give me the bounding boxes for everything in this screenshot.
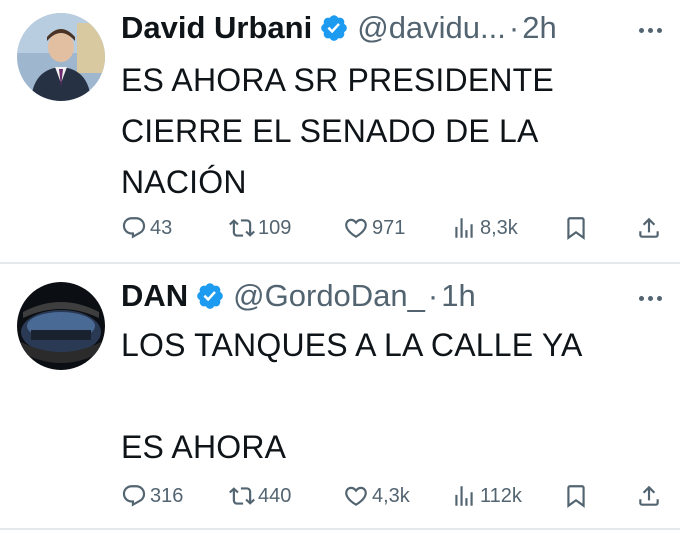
reply-count: 316 — [150, 484, 184, 507]
separator-dot: · — [508, 10, 520, 45]
retweet-count: 440 — [258, 484, 292, 507]
reply-icon — [122, 485, 146, 507]
retweet-count: 109 — [258, 216, 292, 239]
retweet-button[interactable]: 109 — [229, 213, 291, 243]
heart-icon — [345, 486, 367, 506]
reply-button[interactable]: 43 — [121, 213, 172, 243]
views-button[interactable]: 8,3k — [451, 213, 518, 243]
like-button[interactable]: 4,3k — [343, 481, 410, 511]
views-count: 8,3k — [480, 216, 518, 239]
timestamp[interactable]: 2h — [522, 10, 556, 46]
avatar[interactable] — [17, 282, 105, 370]
author-handle[interactable]: @GordoDan_ — [233, 278, 425, 314]
retweet-icon — [229, 219, 255, 237]
author-handle[interactable]: @davidu... — [357, 10, 506, 46]
retweet-icon — [229, 487, 255, 505]
action-bar: 316 440 4,3k 112k — [121, 481, 666, 511]
verified-badge-icon — [319, 13, 349, 43]
bookmark-icon — [567, 485, 585, 508]
like-button[interactable]: 971 — [343, 213, 405, 243]
verified-badge-icon — [195, 281, 225, 311]
avatar-photo — [17, 282, 105, 370]
retweet-button[interactable]: 440 — [229, 481, 291, 511]
views-count: 112k — [480, 484, 522, 507]
tweet[interactable]: David Urbani @davidu... · 2h ES AHORA SR… — [0, 0, 680, 262]
tweet-text: ES AHORA SR PRESIDENTE CIERRE EL SENADO … — [121, 62, 554, 200]
tweet-text: LOS TANQUES A LA CALLE YA ES AHORA — [121, 327, 583, 465]
views-icon — [455, 486, 473, 506]
reply-count: 43 — [150, 216, 173, 239]
avatar[interactable] — [17, 13, 105, 101]
timestamp[interactable]: 1h — [441, 278, 475, 314]
share-button[interactable] — [636, 481, 662, 511]
share-icon — [639, 485, 659, 506]
divider — [0, 528, 680, 530]
heart-icon — [345, 218, 367, 238]
tweet-header: DAN @GordoDan_ · 1h — [121, 278, 476, 314]
reply-icon — [122, 217, 146, 239]
views-icon — [455, 218, 473, 238]
separator-dot: · — [427, 278, 439, 313]
tweet-header: David Urbani @davidu... · 2h — [121, 10, 557, 46]
like-count: 971 — [372, 216, 406, 239]
share-button[interactable] — [636, 213, 662, 243]
avatar-photo — [17, 13, 105, 101]
bookmark-button[interactable] — [563, 213, 589, 243]
bookmark-icon — [567, 217, 585, 240]
like-count: 4,3k — [372, 484, 410, 507]
action-bar: 43 109 971 8,3k — [121, 213, 666, 243]
author-name[interactable]: DAN — [121, 278, 188, 314]
author-name[interactable]: David Urbani — [121, 10, 312, 46]
reply-button[interactable]: 316 — [121, 481, 183, 511]
bookmark-button[interactable] — [563, 481, 589, 511]
views-button[interactable]: 112k — [451, 481, 522, 511]
share-icon — [639, 217, 659, 238]
more-options-icon[interactable] — [639, 296, 662, 301]
more-options-icon[interactable] — [639, 28, 662, 33]
